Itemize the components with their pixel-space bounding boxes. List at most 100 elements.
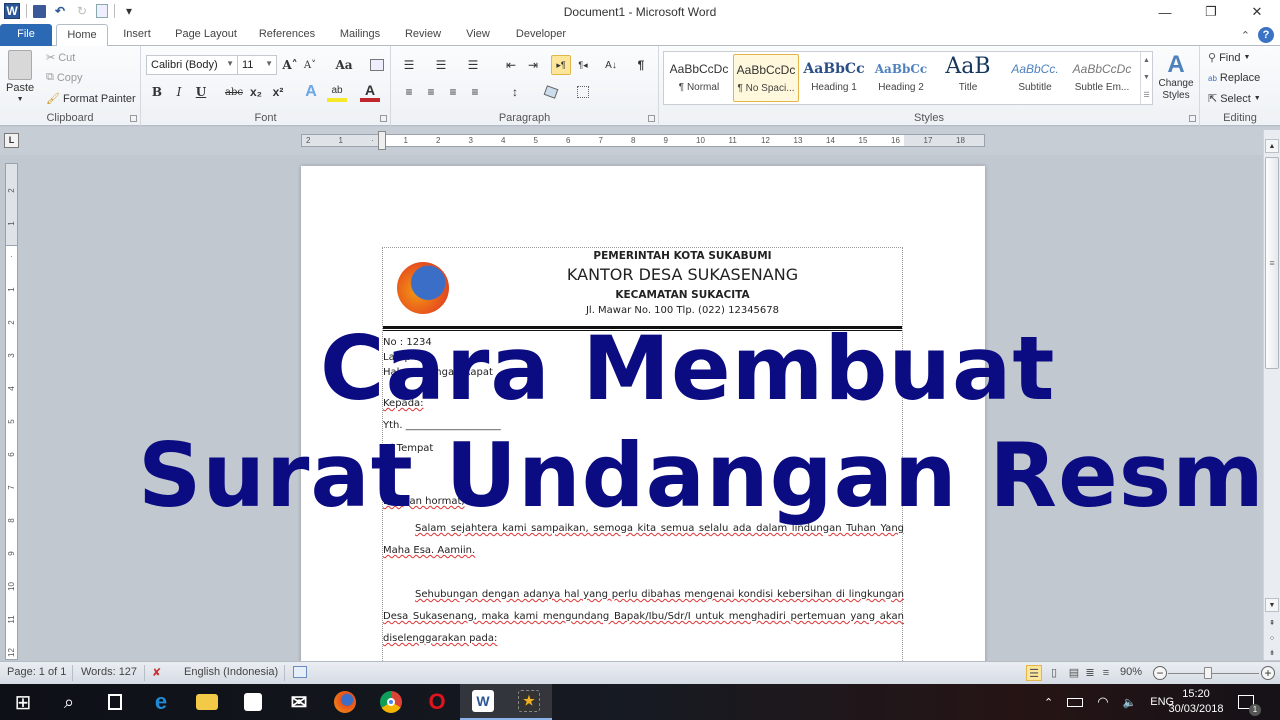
scroll-thumb[interactable]: ≡: [1265, 157, 1279, 369]
minimize-button[interactable]: —: [1142, 0, 1188, 24]
grow-font-button[interactable]: A˄: [280, 55, 300, 75]
zoom-out-button[interactable]: −: [1153, 666, 1167, 680]
tab-file[interactable]: File: [0, 24, 52, 46]
italic-button[interactable]: I: [169, 82, 189, 102]
draft-view-button[interactable]: ≡: [1098, 665, 1114, 681]
next-page-button[interactable]: ⇟: [1265, 646, 1279, 660]
taskbar-opera[interactable]: O: [414, 684, 460, 720]
show-hidden-icons-button[interactable]: ⌃: [1044, 696, 1053, 709]
superscript-button[interactable]: x²: [268, 82, 288, 102]
shading-icon[interactable]: [541, 82, 561, 102]
style-title[interactable]: AaB Title: [935, 54, 1001, 102]
web-layout-view-button[interactable]: ▤: [1066, 665, 1082, 681]
bullets-button[interactable]: ☰: [399, 55, 419, 75]
taskbar-chrome[interactable]: [368, 684, 414, 720]
taskbar-edge[interactable]: e: [138, 684, 184, 720]
close-button[interactable]: ✕: [1234, 0, 1280, 24]
dialog-launcher-icon[interactable]: [380, 115, 387, 122]
tab-references[interactable]: References: [254, 24, 320, 46]
proofing-icon[interactable]: ✘: [152, 666, 161, 679]
zoom-slider-thumb[interactable]: [1204, 667, 1213, 679]
scroll-up-icon[interactable]: ▲: [1143, 57, 1150, 64]
scroll-up-button[interactable]: ▲: [1265, 139, 1279, 153]
change-styles-button[interactable]: A Change Styles: [1156, 52, 1196, 102]
style-subtitle[interactable]: AaBbCc. Subtitle: [1002, 54, 1068, 102]
font-size-select[interactable]: 11 ▼: [237, 55, 277, 75]
action-center-button[interactable]: 1: [1238, 684, 1261, 720]
macro-recording-icon[interactable]: [293, 666, 307, 678]
wifi-icon[interactable]: ◠: [1097, 694, 1108, 710]
print-layout-view-button[interactable]: ☰: [1026, 665, 1042, 681]
show-marks-button[interactable]: ¶: [631, 55, 651, 75]
clock[interactable]: 15:20 30/03/2018: [1168, 687, 1224, 717]
volume-icon[interactable]: 🔈: [1123, 696, 1137, 709]
dialog-launcher-icon[interactable]: [1189, 115, 1196, 122]
numbering-button[interactable]: ☰: [431, 55, 451, 75]
page-count[interactable]: Page: 1 of 1: [7, 666, 66, 678]
more-icon[interactable]: ☰: [1143, 91, 1149, 99]
highlight-button[interactable]: ab: [327, 82, 347, 102]
sort-button[interactable]: A↓: [601, 55, 621, 75]
start-button[interactable]: ⊞: [0, 684, 46, 720]
language-indicator[interactable]: English (Indonesia): [184, 666, 278, 678]
select-button[interactable]: ⇱ Select ▼: [1208, 92, 1261, 106]
multilevel-list-button[interactable]: ☰: [463, 55, 483, 75]
tab-home[interactable]: Home: [56, 24, 108, 47]
gallery-scroll[interactable]: ▲ ▼ ☰: [1140, 52, 1152, 104]
taskbar-firefox[interactable]: [322, 684, 368, 720]
taskbar-file-explorer[interactable]: [184, 684, 230, 720]
scroll-down-icon[interactable]: ▼: [1143, 74, 1150, 81]
tab-page-layout[interactable]: Page Layout: [170, 24, 242, 46]
taskbar-mail[interactable]: ✉: [276, 684, 322, 720]
battery-icon[interactable]: [1067, 697, 1084, 707]
copy-button[interactable]: ⧉ Copy: [46, 71, 83, 84]
clear-formatting-icon[interactable]: [367, 55, 387, 75]
dialog-launcher-icon[interactable]: [648, 115, 655, 122]
underline-button[interactable]: U: [191, 82, 211, 102]
text-effects-button[interactable]: A: [301, 82, 321, 102]
dialog-launcher-icon[interactable]: [130, 115, 137, 122]
style-no-spacing[interactable]: AaBbCcDc ¶ No Spaci...: [733, 54, 799, 102]
outline-view-button[interactable]: ≣: [1082, 665, 1098, 681]
style-subtle-emphasis[interactable]: AaBbCcDc Subtle Em...: [1069, 54, 1135, 102]
vertical-ruler[interactable]: 21·12345678910111213: [5, 163, 18, 690]
rtl-direction-button[interactable]: ¶◂: [573, 55, 593, 75]
minimize-ribbon-icon[interactable]: ⌃: [1241, 29, 1250, 42]
restore-button[interactable]: ❐: [1188, 0, 1234, 24]
tab-developer[interactable]: Developer: [510, 24, 572, 46]
zoom-in-button[interactable]: +: [1261, 666, 1275, 680]
tab-mailings[interactable]: Mailings: [332, 24, 388, 46]
paste-button[interactable]: Paste ▼: [6, 50, 34, 103]
vertical-scrollbar[interactable]: ▲ ≡ ▼ ⇞ ○ ⇟: [1263, 130, 1280, 660]
scroll-down-button[interactable]: ▼: [1265, 598, 1279, 612]
shrink-font-button[interactable]: A˅: [300, 55, 320, 75]
replace-button[interactable]: ab Replace: [1208, 72, 1260, 84]
zoom-level[interactable]: 90%: [1120, 666, 1142, 678]
subscript-button[interactable]: x₂: [246, 82, 266, 102]
decrease-indent-button[interactable]: ⇤: [501, 55, 521, 75]
taskbar-movie-maker[interactable]: ★: [506, 684, 552, 720]
search-button[interactable]: ⌕: [46, 684, 92, 720]
taskbar-word[interactable]: W: [460, 684, 506, 720]
align-left-button[interactable]: ≡: [399, 82, 419, 102]
tab-selector-button[interactable]: L: [4, 133, 19, 148]
strikethrough-button[interactable]: abc: [224, 82, 244, 102]
full-screen-reading-view-button[interactable]: ▯: [1046, 665, 1062, 681]
justify-button[interactable]: ≡: [465, 82, 485, 102]
taskbar-store[interactable]: [230, 684, 276, 720]
previous-page-button[interactable]: ⇞: [1265, 616, 1279, 630]
change-case-button[interactable]: Aa: [331, 55, 357, 75]
align-center-button[interactable]: ≡: [421, 82, 441, 102]
help-icon[interactable]: ?: [1258, 27, 1274, 43]
ltr-direction-button[interactable]: ▸¶: [551, 55, 571, 75]
tab-review[interactable]: Review: [400, 24, 446, 46]
font-color-button[interactable]: A: [360, 82, 380, 102]
increase-indent-button[interactable]: ⇥: [523, 55, 543, 75]
horizontal-ruler[interactable]: 2 1 · 1 2 3 4 5 6 7 8 9 10 11 12 13 14 15 16 17 18: [301, 131, 985, 150]
zoom-slider[interactable]: [1168, 673, 1259, 674]
tab-view[interactable]: View: [458, 24, 498, 46]
indent-marker[interactable]: [378, 131, 386, 150]
align-right-button[interactable]: ≡: [443, 82, 463, 102]
style-normal[interactable]: AaBbCcDc ¶ Normal: [666, 54, 732, 102]
cut-button[interactable]: ✂ Cut: [46, 51, 75, 65]
